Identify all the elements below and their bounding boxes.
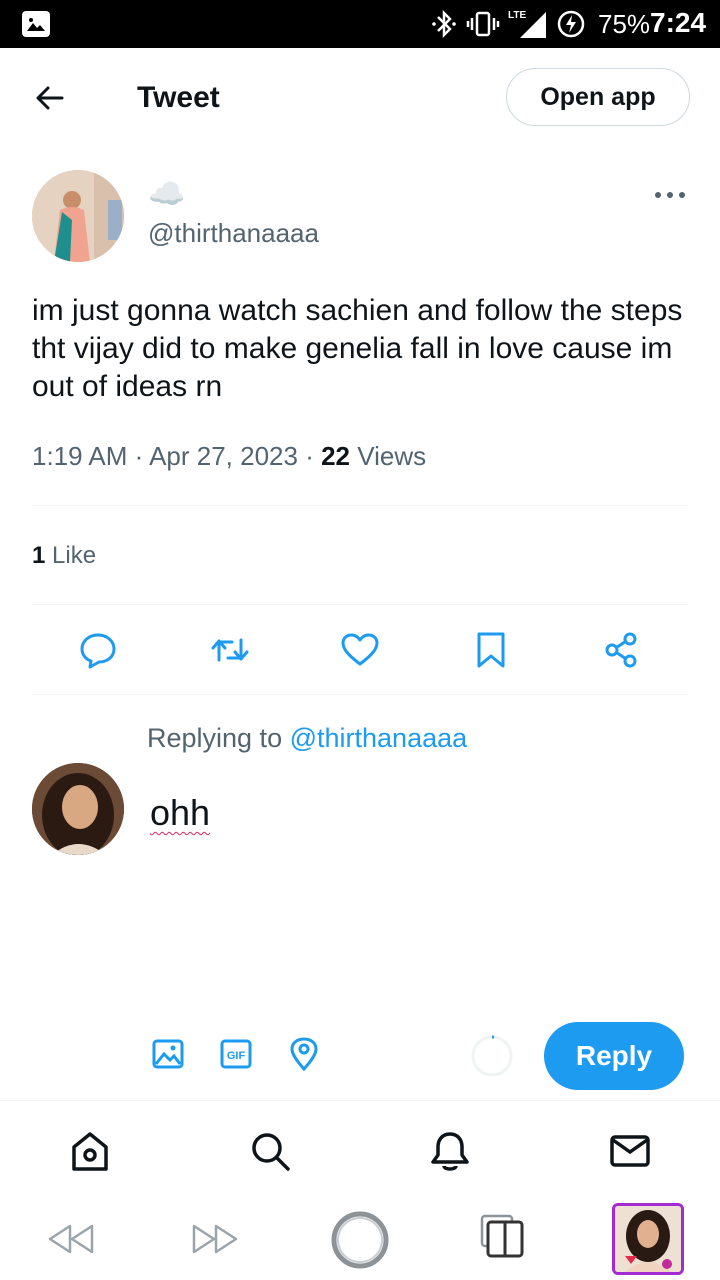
nav-messages[interactable] [608, 1129, 652, 1173]
svg-text:LTE: LTE [508, 10, 526, 21]
vibrate-icon [466, 11, 500, 37]
signal-icon: LTE [508, 10, 546, 38]
share-action-button[interactable] [601, 630, 641, 670]
like-action-button[interactable] [340, 630, 380, 670]
bookmark-icon [477, 632, 505, 668]
divider [32, 505, 688, 506]
likes-count: 1 [32, 542, 46, 569]
back-arrow-icon [36, 86, 64, 110]
back-button[interactable] [30, 78, 70, 118]
forward-button[interactable] [190, 1216, 240, 1267]
status-icons: LTE [430, 8, 586, 40]
messages-icon [610, 1135, 650, 1167]
rewind-icon [48, 1224, 94, 1254]
tweet-time[interactable]: 1:19 AM [32, 441, 127, 471]
nav-home[interactable] [68, 1129, 112, 1173]
more-options-button[interactable] [650, 178, 690, 212]
like-icon [341, 633, 379, 666]
reply-input[interactable]: ohh [150, 790, 210, 836]
app-thumbnail[interactable] [612, 1203, 684, 1275]
tweet-text: im just gonna watch sachien and follow t… [32, 294, 683, 403]
reply-button[interactable]: Reply [544, 1022, 684, 1090]
share-icon [605, 632, 637, 668]
bottom-nav [0, 1100, 720, 1200]
tweet-date[interactable]: Apr 27, 2023 [149, 441, 298, 471]
tabs-button[interactable] [480, 1214, 526, 1265]
status-bar: LTE 75% 7:24 [0, 0, 720, 48]
clock: 7:24 [650, 7, 707, 38]
add-location-button[interactable] [286, 1036, 322, 1072]
add-image-button[interactable] [150, 1036, 186, 1072]
reply-icon [80, 633, 116, 669]
author-handle[interactable]: @thirthanaaaa [148, 216, 319, 250]
divider [32, 694, 688, 695]
battery-percent: 75% [598, 9, 651, 39]
replying-to: Replying to @thirthanaaaa [147, 720, 467, 756]
more-icon [655, 192, 685, 198]
views-label: Views [357, 441, 427, 471]
page-title: Tweet [137, 81, 220, 114]
data-saver-icon [557, 10, 585, 38]
home-circle-button[interactable] [330, 1210, 390, 1275]
replying-prefix: Replying to [147, 723, 283, 753]
circle-icon [331, 1211, 389, 1269]
retweet-action-button[interactable] [210, 630, 250, 670]
author-display-name[interactable]: ☁️ [148, 180, 185, 210]
nav-search[interactable] [248, 1129, 292, 1173]
views-count: 22 [321, 441, 350, 471]
reply-action-button[interactable] [78, 630, 118, 670]
author-avatar[interactable] [32, 170, 124, 262]
character-count-ring [470, 1034, 514, 1078]
open-app-button[interactable]: Open app [506, 68, 690, 126]
notifications-icon [431, 1132, 469, 1171]
user-avatar [32, 763, 124, 855]
replying-to-mention[interactable]: @thirthanaaaa [290, 723, 468, 753]
retweet-icon [211, 638, 249, 662]
location-icon [290, 1037, 318, 1072]
divider [32, 604, 688, 605]
gallery-icon [22, 11, 50, 37]
search-icon [252, 1133, 290, 1171]
svg-text:GIF: GIF [227, 1050, 246, 1062]
bookmark-action-button[interactable] [471, 630, 511, 670]
nav-notifications[interactable] [428, 1129, 472, 1173]
bluetooth-icon [432, 9, 456, 39]
likes-label: Like [52, 542, 97, 569]
home-icon [72, 1132, 108, 1171]
header: Tweet Open app [0, 48, 720, 148]
rewind-button[interactable] [46, 1216, 96, 1267]
add-gif-button[interactable]: GIF [218, 1036, 254, 1072]
tweet-meta: 1:19 AM · Apr 27, 2023 · 22 Views [32, 441, 427, 471]
likes-summary[interactable]: 1 Like [32, 540, 96, 572]
tabs-icon [480, 1214, 524, 1258]
gif-icon: GIF [220, 1039, 252, 1069]
forward-icon [192, 1224, 238, 1254]
image-icon [152, 1039, 184, 1069]
